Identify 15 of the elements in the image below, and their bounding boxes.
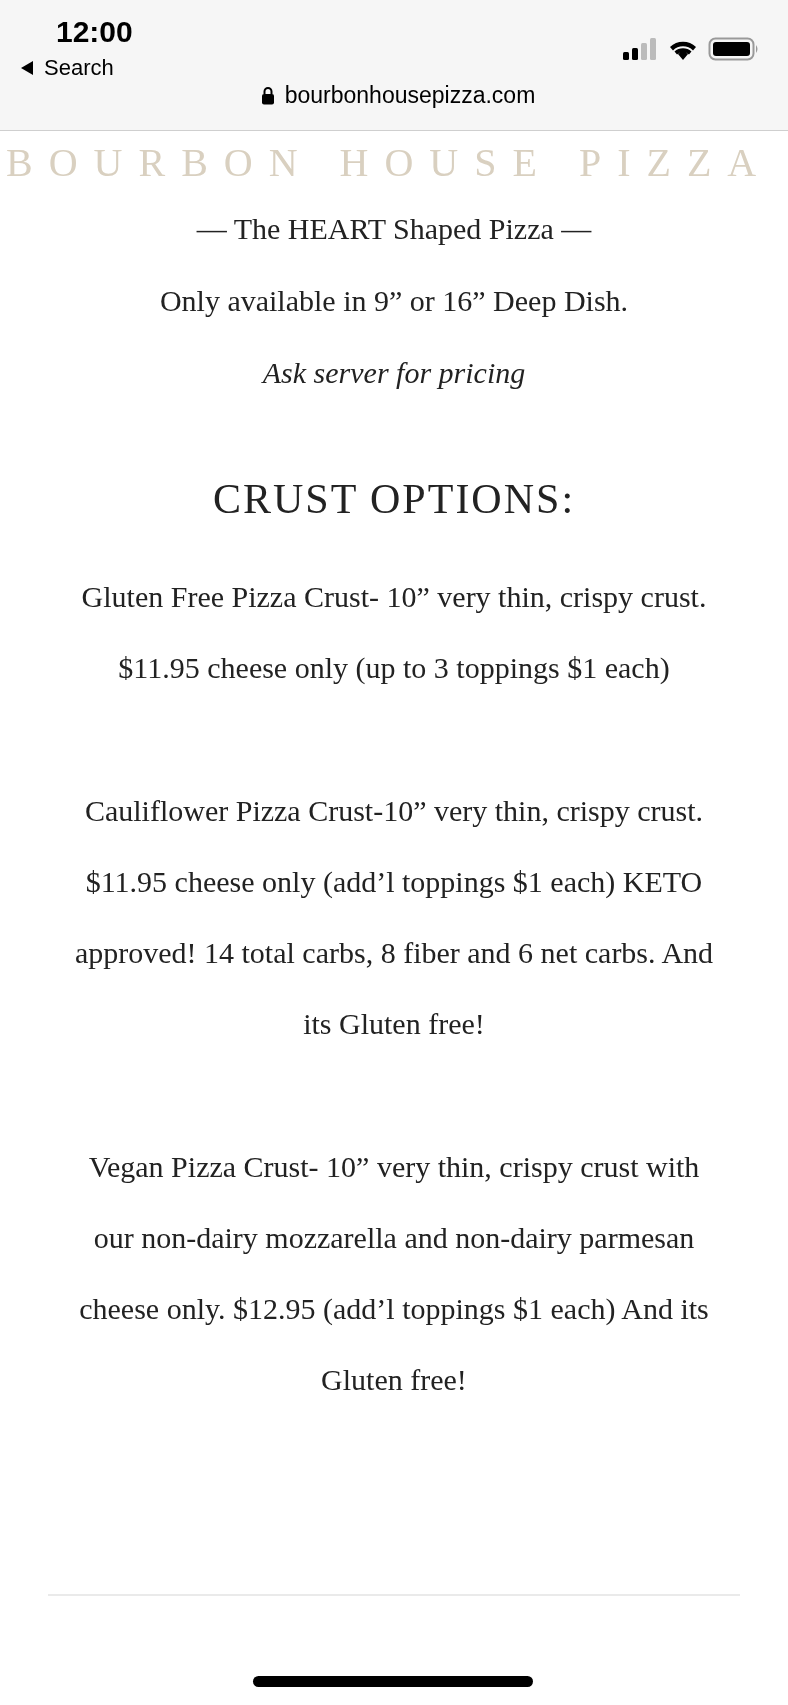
crust-description: Vegan Pizza Crust- 10” very thin, crispy crust with our non-dairy mozzarella and non-dairy parmesan cheese only. $12.95 (add’l toppings $1 each) And its Gluten free! [78,1149,710,1398]
section-heading: CRUST OPTIONS: [211,475,577,524]
crust-description: Cauliflower Pizza Crust-10” very thin, crispy crust. $11.95 cheese only (add’l toppings $1 each) KETO approved! 14 total carbs, 8 fiber and 6 net carbs. And its Gluten free! [73,793,715,1042]
battery-icon [708,37,760,61]
lock-icon [260,86,275,105]
home-indicator[interactable] [253,1676,533,1687]
back-triangle-icon [20,60,34,76]
status-time: 12:00 [56,14,133,50]
menu-text: — The HEART Shaped Pizza — [195,211,593,247]
crust-description: Gluten Free Pizza Crust- 10” very thin, crispy crust. $11.95 cheese only (up to 3 toppings $1 each) [80,579,708,686]
back-to-search-button[interactable]: Search [20,54,133,82]
signal-icon [622,38,658,60]
site-title: BOURBON HOUSE PIZZA [6,139,773,187]
menu-text: Only available in 9” or 16” Deep Dish. [158,283,630,319]
menu-text: Ask server for pricing [260,355,527,391]
